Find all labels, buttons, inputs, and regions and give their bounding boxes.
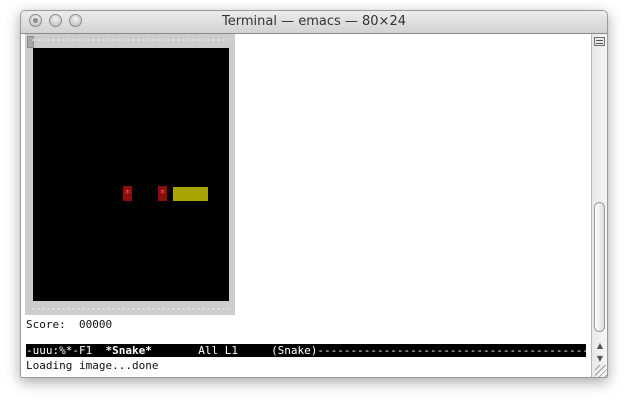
title-bar[interactable]: Terminal — emacs — 80×24 [21, 11, 607, 34]
scroll-up-arrow-icon[interactable]: ▲ [595, 341, 605, 351]
terminal-window: Terminal — emacs — 80×24 * * Score: 0000… [20, 10, 608, 378]
terminal-content[interactable]: * * Score: 00000 -uuu:%*-F1 *Snake* All … [21, 34, 591, 377]
split-view-icon[interactable] [594, 37, 605, 46]
scrollbar-thumb[interactable] [594, 202, 605, 332]
board-border-top [31, 38, 229, 42]
snake-board-frame: * * [25, 34, 235, 315]
emacs-mode-line: -uuu:%*-F1 *Snake* All L1 (Snake)-------… [26, 344, 586, 357]
snake-fruit: * [123, 186, 132, 201]
scroll-down-arrow-icon[interactable]: ▼ [595, 354, 605, 364]
board-border-bottom [31, 307, 229, 311]
mode-line-fill: ----------------------------------------… [317, 344, 586, 357]
resize-grip-icon[interactable] [595, 365, 607, 377]
vertical-scrollbar[interactable]: ▲ ▼ [591, 34, 607, 377]
mode-line-position: All L1 [151, 344, 272, 357]
snake-body [173, 187, 208, 201]
echo-area-message: Loading image...done [26, 359, 159, 372]
mode-line-buffer-name: *Snake* [105, 344, 152, 357]
mode-line-major-mode: (Snake) [271, 344, 318, 357]
score-line: Score: 00000 [26, 318, 113, 331]
mode-line-status: -uuu:%*-F1 [26, 344, 106, 357]
snake-fruit: * [158, 186, 167, 201]
window-title: Terminal — emacs — 80×24 [222, 14, 406, 29]
snake-playfield: * * [33, 48, 229, 301]
